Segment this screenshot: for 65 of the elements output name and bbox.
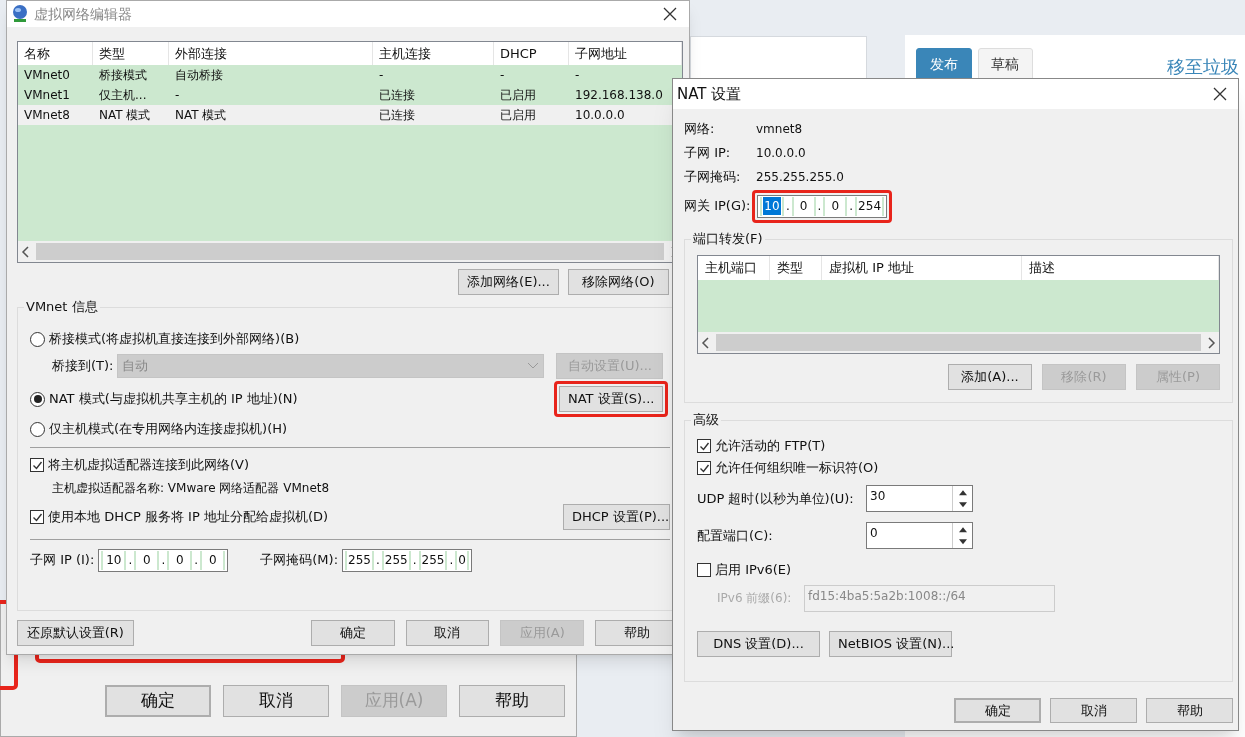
ip-separator: . (128, 552, 133, 569)
checkbox-label: 将主机虚拟适配器连接到此网络(V) (48, 456, 250, 475)
ip-octet: 0 (798, 198, 809, 215)
group-title: 端口转发(F) (691, 230, 765, 248)
table-cell-text: 10.0.0.0 (574, 107, 626, 124)
table-cell-text: NAT 模式 (98, 107, 152, 124)
ip-octet: 255 (383, 552, 409, 569)
info-label: 子网掩码: (684, 168, 742, 187)
table-cell-text: - (499, 67, 506, 84)
gateway-label: 网关 IP(G): (684, 197, 752, 216)
info-label: 网络: (684, 120, 716, 139)
ipv6-prefix-label: IPv6 前缀(6): (717, 590, 793, 607)
ip-separator: . (785, 198, 790, 215)
checkbox-label: 启用 IPv6(E) (715, 561, 792, 580)
ip-separator: . (449, 552, 454, 569)
ip-octet: 0 (457, 552, 467, 569)
group-title: VMnet 信息 (24, 298, 100, 316)
info-label: 子网 IP: (684, 144, 732, 163)
table-cell-text: 已启用 (499, 87, 537, 104)
ip-separator: . (161, 552, 166, 569)
spinbox-label: UDP 超时(以秒为单位)(U): (697, 489, 855, 508)
window-title: 虚拟网络编辑器 (34, 4, 133, 24)
bridge-to-label: 桥接到(T): (52, 357, 114, 376)
ip-separator: . (194, 552, 199, 569)
ip-octet: 0 (207, 552, 218, 569)
ip-separator: . (817, 198, 822, 215)
table-cell-text: - (378, 67, 385, 84)
ip-octet: 255 (420, 552, 446, 569)
table-cell-text: - (574, 67, 581, 84)
ip-separator: . (849, 198, 854, 215)
ip-octet: 0 (142, 552, 152, 569)
table-cell-text: VMnet0 (23, 67, 71, 84)
table-cell-text: VMnet8 (23, 107, 71, 124)
table-cell-text: 已启用 (499, 107, 537, 124)
radio-label: 桥接模式(将虚拟机直接连接到外部网络)(B) (49, 330, 300, 349)
info-value: 255.255.255.0 (756, 169, 844, 186)
table-cell-text: 仅主机... (98, 87, 148, 104)
table-cell-text: 自动桥接 (174, 67, 224, 84)
table-cell-text: 已连接 (378, 107, 416, 124)
ip-separator: . (375, 552, 380, 569)
table-cell-text: 192.168.138.0 (574, 87, 664, 104)
ip-separator: . (412, 552, 417, 569)
checkbox-label: 使用本地 DHCP 服务将 IP 地址分配给虚拟机(D) (48, 508, 329, 527)
spinbox-label: 配置端口(C): (697, 526, 774, 545)
table-cell-text: VMnet1 (23, 87, 71, 104)
table-cell-text: 已连接 (378, 87, 416, 104)
ip-octet: 10 (105, 552, 123, 569)
ip-octet: 255 (347, 552, 372, 569)
table-cell-text: NAT 模式 (174, 107, 228, 124)
subnet-ip-label: 子网 IP (I): (30, 551, 95, 570)
radio-label: 仅主机模式(在专用网络内连接虚拟机)(H) (49, 420, 288, 439)
table-cell-text: - (174, 87, 181, 104)
info-value: vmnet8 (756, 121, 803, 138)
ip-octet: 10 (763, 197, 781, 215)
checkbox-label: 允许任何组织唯一标识符(O) (715, 459, 879, 478)
table-cell-text: 桥接模式 (98, 67, 148, 84)
subnet-mask-label: 子网掩码(M): (260, 551, 339, 570)
adapter-name-text: 主机虚拟适配器名称: VMware 网络适配器 VMnet8 (51, 480, 331, 497)
radio-label: NAT 模式(与虚拟机共享主机的 IP 地址)(N) (49, 390, 298, 409)
ip-octet: 0 (830, 198, 841, 215)
checkbox-label: 允许活动的 FTP(T) (715, 437, 826, 456)
info-value: 10.0.0.0 (756, 145, 806, 162)
ip-octet: 0 (174, 552, 185, 569)
group-title: 高级 (691, 411, 721, 429)
ip-octet: 254 (857, 198, 882, 215)
